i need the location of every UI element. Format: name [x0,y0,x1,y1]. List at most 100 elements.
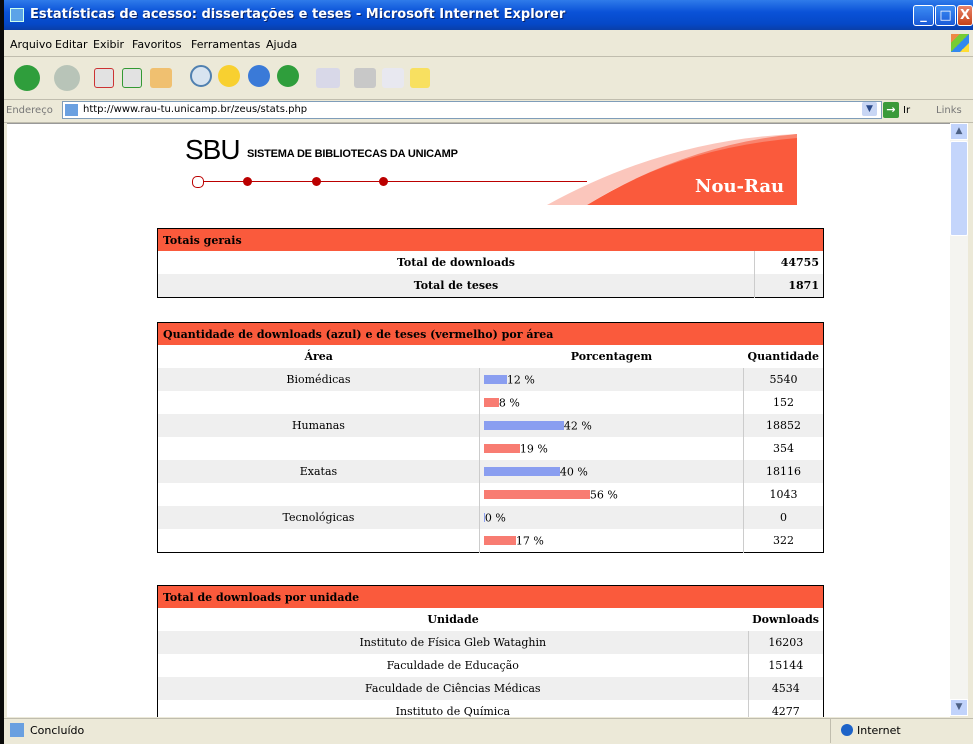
pct-cell: 12 % [478,368,744,391]
security-zone: Internet [830,719,971,743]
area-name [158,437,480,460]
area-row: Exatas 40 % 18116 [157,460,824,483]
address-url[interactable]: http://www.rau-tu.unicamp.br/zeus/stats.… [83,104,307,115]
nou-rau-brand: Nou-Rau [695,176,785,197]
area-name [158,483,480,506]
unit-row: Faculdade de Ciências Médicas 4534 [157,677,824,700]
col-unit: Unidade [427,613,479,626]
back-icon[interactable] [14,65,40,91]
unit-name: Instituto de Química [395,705,511,717]
pct-cell: 17 % [478,529,744,553]
total-theses-value: 1871 [754,274,824,298]
unit-rows: Instituto de Física Gleb Wataghin 16203 Fa… [157,631,824,717]
menu-exibir[interactable]: Exibir [93,38,124,51]
unit-row: Instituto de Química 4277 [158,700,824,717]
links-button[interactable]: Links [936,105,962,116]
messenger-icon[interactable] [410,68,430,88]
page-icon [65,104,78,116]
scroll-down-icon[interactable]: ▼ [950,699,968,716]
status-text: Concluído [30,724,85,737]
mail-icon[interactable] [316,68,340,88]
scroll-thumb[interactable] [950,141,968,236]
menu-ferramentas[interactable]: Ferramentas [191,38,260,51]
pct-label: 0 % [484,511,506,525]
area-name: Exatas [157,460,480,483]
pct-cell: 42 % [478,414,744,437]
area-row: 8 % 152 [158,391,824,414]
banner-line [197,181,587,182]
sbu-logo: SBU [185,134,241,165]
address-dropdown-icon[interactable]: ▼ [862,102,877,116]
menu-ajuda[interactable]: Ajuda [266,38,297,51]
pct-bar [483,375,507,385]
pct-cell: 8 % [478,391,744,414]
media-icon[interactable] [248,65,270,87]
favorites-star-icon[interactable] [218,65,240,87]
menu-editar[interactable]: Editar [55,38,88,51]
qty-value: 18116 [743,460,824,483]
qty-value: 354 [743,437,824,460]
totals-heading: Totais gerais [157,228,824,251]
area-row: Biomédicas 12 % 5540 [157,368,824,391]
menu-arquivo[interactable]: Arquivo [10,38,52,51]
page-viewport: SBU SISTEMA DE BIBLIOTECAS DA UNICAMP No… [7,123,950,717]
pct-bar [483,398,499,408]
col-downloads: Downloads [752,613,819,626]
area-row: 56 % 1043 [158,483,824,506]
pct-label: 8 % [498,396,520,410]
close-button[interactable]: X [957,5,973,26]
pct-bar [483,421,564,431]
scroll-up-icon[interactable]: ▲ [950,123,968,140]
unit-name: Faculdade de Educação [386,659,519,672]
menu-favoritos[interactable]: Favoritos [132,38,182,51]
col-qty: Quantidade [747,350,819,363]
forward-icon[interactable] [54,65,80,91]
go-arrow-icon[interactable]: → [883,102,899,118]
toolbar [4,57,973,100]
print-icon[interactable] [354,68,376,88]
unit-downloads: 4277 [747,700,824,717]
area-heading: Quantidade de downloads (azul) e de tese… [157,322,824,345]
banner-dot [243,177,252,186]
unit-downloads: 16203 [747,631,824,654]
stop-icon[interactable] [94,68,114,88]
minimize-button[interactable]: _ [913,5,934,26]
pct-cell: 40 % [478,460,744,483]
search-icon[interactable] [190,65,212,87]
address-field[interactable]: http://www.rau-tu.unicamp.br/zeus/stats.… [62,101,882,119]
pct-bar [483,490,590,500]
unit-name: Instituto de Física Gleb Wataghin [157,631,749,654]
unit-row: Faculdade de Educação 15144 [158,654,824,677]
go-button[interactable]: Ir [903,105,910,116]
address-bar: Endereço http://www.rau-tu.unicamp.br/ze… [4,100,973,123]
pct-label: 56 % [589,488,618,502]
home-icon[interactable] [150,68,172,88]
pct-bar [483,536,516,546]
edit-icon[interactable] [382,68,404,88]
page-done-icon [10,723,24,737]
address-label: Endereço [6,105,53,116]
ie-icon [10,8,24,22]
pct-label: 19 % [519,442,548,456]
pct-label: 42 % [563,419,592,433]
pct-label: 12 % [506,373,535,387]
browser-window: Estatísticas de acesso: dissertações e t… [4,0,973,744]
col-pct: Porcentagem [570,350,653,363]
windows-logo-icon [951,34,969,52]
maximize-button[interactable]: □ [935,5,956,26]
unit-downloads: 15144 [747,654,824,677]
qty-value: 5540 [743,368,824,391]
qty-value: 18852 [743,414,824,437]
area-row: 17 % 322 [158,529,824,553]
pct-label: 40 % [559,465,588,479]
col-area: Área [304,350,333,363]
pct-cell: 56 % [478,483,744,506]
history-icon[interactable] [277,65,299,87]
qty-value: 1043 [743,483,824,506]
refresh-icon[interactable] [122,68,142,88]
area-row: Humanas 42 % 18852 [157,414,824,437]
area-name: Biomédicas [157,368,480,391]
vertical-scrollbar[interactable]: ▲ ▼ [950,123,968,716]
pct-cell: 19 % [478,437,744,460]
pct-label: 17 % [515,534,544,548]
